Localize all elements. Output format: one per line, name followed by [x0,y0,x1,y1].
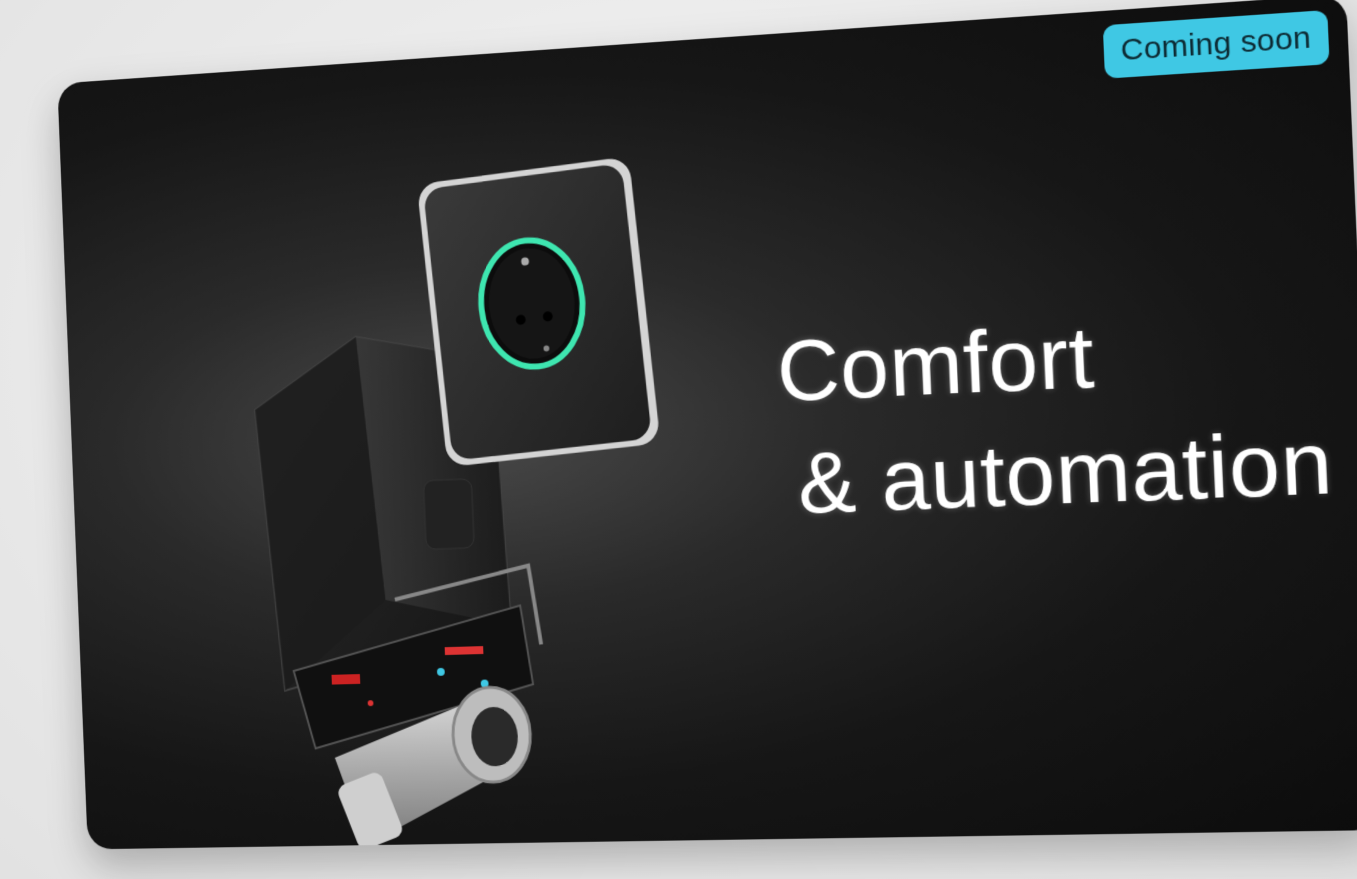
smart-valve-with-socket-icon [207,121,696,847]
coming-soon-badge: Coming soon [1103,10,1330,79]
page-background: Coming soon Comfort & automation [0,0,1357,879]
headline-line-2: & automation [779,405,1335,541]
promo-banner-card[interactable]: Coming soon Comfort & automation [57,0,1357,849]
headline: Comfort & automation [775,288,1335,541]
headline-line-1: Comfort [775,308,1096,420]
